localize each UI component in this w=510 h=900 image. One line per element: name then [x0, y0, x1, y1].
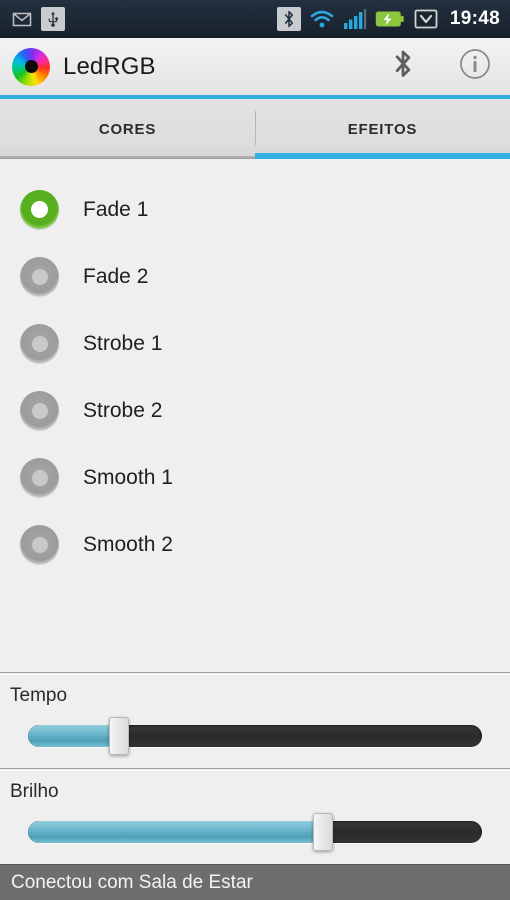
tempo-slider-fill — [28, 725, 119, 747]
radio-inner-dot — [31, 268, 48, 285]
radio-inner-dot — [31, 402, 48, 419]
tab-cores-label: CORES — [98, 120, 157, 138]
bluetooth-status-icon — [276, 7, 301, 31]
color-wheel-logo — [12, 47, 50, 86]
status-bar-clock: 19:48 — [449, 8, 500, 29]
radio-inner-dot — [31, 469, 48, 486]
effect-item-fade-2[interactable]: Fade 2 — [0, 243, 510, 310]
action-bar: LedRGB — [0, 38, 510, 99]
tempo-slider-thumb[interactable] — [108, 717, 129, 755]
status-bar-left-icons — [10, 7, 65, 31]
radio-inner-dot — [31, 536, 48, 553]
tempo-label: Tempo — [10, 685, 68, 706]
info-icon — [459, 48, 491, 85]
effect-item-fade-1[interactable]: Fade 1 — [0, 176, 510, 243]
connection-status-bar: Conectou com Sala de Estar — [0, 864, 510, 900]
connection-status-text: Conectou com Sala de Estar — [11, 871, 253, 893]
effect-item-smooth-1[interactable]: Smooth 1 — [0, 444, 510, 511]
effect-label: Strobe 2 — [83, 398, 163, 422]
system-status-bar: 19:48 — [0, 0, 510, 38]
bluetooth-icon — [392, 48, 414, 85]
info-button[interactable] — [459, 48, 491, 85]
brilho-slider-fill — [28, 821, 324, 843]
tempo-slider[interactable] — [28, 717, 482, 755]
app-title: LedRGB — [63, 52, 156, 80]
effect-label: Smooth 1 — [83, 465, 173, 489]
radio-inner-dot — [31, 201, 48, 218]
app-root: 19:48 LedRGB CORES EFEITOS Fade 1 Fade 2… — [0, 0, 510, 900]
effect-item-smooth-2[interactable]: Smooth 2 — [0, 511, 510, 578]
brilho-slider-track[interactable] — [28, 821, 482, 843]
battery-charging-icon — [375, 9, 405, 29]
radio-button[interactable] — [20, 525, 59, 564]
brilho-slider[interactable] — [28, 813, 482, 851]
alarm-checkmark-icon — [413, 8, 439, 30]
cellular-signal-icon — [343, 8, 367, 30]
status-bar-right-icons: 19:48 — [276, 7, 500, 31]
radio-button[interactable] — [20, 391, 59, 430]
tab-efeitos[interactable]: EFEITOS — [255, 99, 510, 159]
tab-bar: CORES EFEITOS — [0, 99, 510, 159]
email-icon — [10, 7, 34, 31]
effects-list: Fade 1 Fade 2 Strobe 1 Strobe 2 Smooth 1… — [0, 159, 510, 672]
radio-button[interactable] — [20, 458, 59, 497]
tab-cores[interactable]: CORES — [0, 99, 255, 159]
effect-label: Strobe 1 — [83, 331, 163, 355]
effect-item-strobe-1[interactable]: Strobe 1 — [0, 310, 510, 377]
tab-efeitos-label: EFEITOS — [347, 120, 418, 138]
brilho-slider-thumb[interactable] — [313, 813, 334, 851]
radio-inner-dot — [31, 335, 48, 352]
action-bar-actions — [388, 48, 496, 85]
tempo-slider-section: Tempo — [0, 672, 510, 768]
effect-item-strobe-2[interactable]: Strobe 2 — [0, 377, 510, 444]
effect-label: Fade 1 — [83, 197, 149, 221]
radio-button[interactable] — [20, 257, 59, 296]
radio-button-selected[interactable] — [20, 190, 59, 229]
brilho-slider-section: Brilho — [0, 768, 510, 864]
usb-icon — [41, 7, 65, 31]
tempo-slider-track[interactable] — [28, 725, 482, 747]
effect-label: Fade 2 — [83, 264, 149, 288]
wifi-icon — [309, 8, 335, 30]
radio-button[interactable] — [20, 324, 59, 363]
brilho-label: Brilho — [10, 781, 59, 802]
effect-label: Smooth 2 — [83, 532, 173, 556]
bluetooth-button[interactable] — [388, 50, 418, 84]
